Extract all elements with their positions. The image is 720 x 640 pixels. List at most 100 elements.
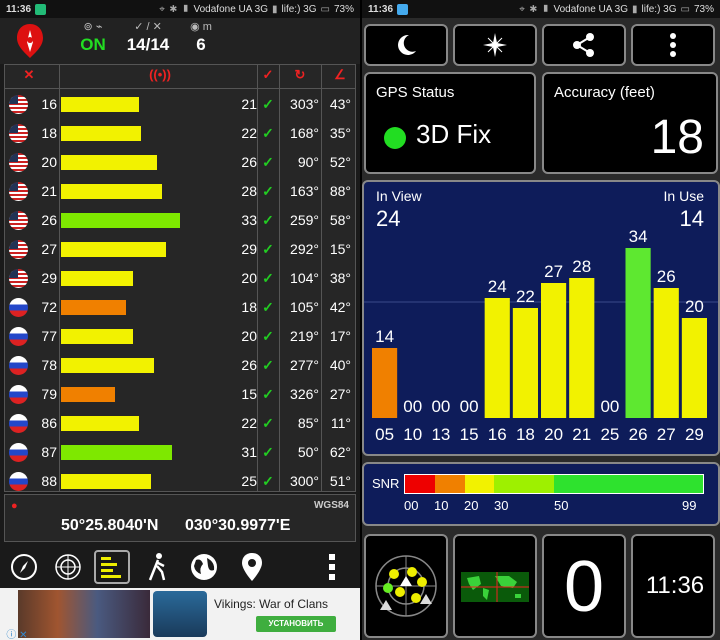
satellite-azimuth: 277° <box>290 357 319 373</box>
snr-bar <box>569 278 595 418</box>
signal-icon: ▮ <box>632 3 639 15</box>
overflow-menu-button[interactable] <box>318 550 346 584</box>
compass-button[interactable] <box>453 24 537 66</box>
satellite-elevation: 15° <box>329 241 351 257</box>
snr-color-scale <box>404 474 704 494</box>
used-in-fix-icon: ✓ <box>262 96 274 112</box>
ad-install-button[interactable]: УСТАНОВИТЬ <box>256 616 336 632</box>
satellite-azimuth: 85° <box>297 415 319 431</box>
satellite-snr: 28 <box>241 183 257 199</box>
snr-tick: 20 <box>464 498 479 513</box>
signal-strength-bar <box>61 387 115 402</box>
azimuth-column-icon: ↻ <box>294 67 306 82</box>
snr-data-label: 00 <box>403 397 422 416</box>
table-row: 77 20 ✓ 219° 17° <box>5 322 355 351</box>
satellite-snr: 20 <box>241 328 257 344</box>
share-button[interactable] <box>542 24 626 66</box>
status-icons: ⌖ ✱ ▮ <box>159 3 191 15</box>
signal-strength-bar <box>61 184 162 199</box>
gps-test-screen: 11:36 ⌖ ✱ ▮ Vodafone UA 3G ▮ life:) 3G ▭… <box>362 0 720 640</box>
satellite-prn: 27 <box>41 241 57 257</box>
table-row: 16 21 ✓ 303° 43° <box>5 90 355 119</box>
signal-strength-bar <box>61 445 172 460</box>
app-notification-icon <box>35 3 47 15</box>
satellite-azimuth: 105° <box>290 299 319 315</box>
overflow-menu-button[interactable] <box>631 24 715 66</box>
snr-tick: 30 <box>494 498 509 513</box>
ad-app-icon <box>153 591 207 637</box>
snr-scale-yellow <box>464 475 495 493</box>
app-logo-icon[interactable] <box>14 22 46 60</box>
snr-bar <box>653 288 679 418</box>
satellite-elevation: 40° <box>329 357 351 373</box>
russia-flag-icon <box>9 385 28 404</box>
signal-bars-nav-button[interactable] <box>94 550 130 584</box>
prn-tick-label: 21 <box>572 425 591 444</box>
prn-tick-label: 25 <box>600 425 619 444</box>
ad-banner[interactable]: ⓘ ✕ Vikings: War of Clans УСТАНОВИТЬ <box>0 588 360 640</box>
skyview-nav-button[interactable] <box>50 550 86 584</box>
used-in-fix-icon: ✓ <box>262 270 274 286</box>
prn-tick-label: 15 <box>460 425 479 444</box>
snr-data-label: 00 <box>600 397 619 416</box>
radar-icon <box>55 554 81 580</box>
counter-panel[interactable]: 0 <box>542 534 626 638</box>
accuracy-title: Accuracy (feet) <box>554 84 655 101</box>
satellite-azimuth: 163° <box>290 183 319 199</box>
table-row: 20 26 ✓ 90° 52° <box>5 148 355 177</box>
carrier2-label: life:) 3G <box>641 3 677 15</box>
night-mode-button[interactable] <box>364 24 448 66</box>
satellite-column-icon: ✕ <box>23 67 35 82</box>
bottom-navigation <box>0 546 360 588</box>
world-map-button[interactable] <box>453 534 537 638</box>
satellite-snr: 18 <box>241 299 257 315</box>
usa-flag-icon <box>9 153 28 172</box>
satellite-elevation: 35° <box>329 125 351 141</box>
satellite-table: ✕ ((•)) ✓ ↻ ∠ 16 21 ✓ 303° 43° 18 22 ✓ 168° 35° 20… <box>4 64 356 492</box>
table-header: ✕ ((•)) ✓ ↻ ∠ <box>5 65 355 89</box>
usa-flag-icon <box>9 211 28 230</box>
altitude-cell: ◉ m 6 <box>186 20 216 56</box>
russia-flag-icon <box>9 443 28 462</box>
ad-close-icon[interactable]: ⓘ ✕ <box>0 626 34 640</box>
world-nav-button[interactable] <box>186 550 222 584</box>
clock-panel[interactable]: 11:36 <box>631 534 715 638</box>
usa-flag-icon <box>9 269 28 288</box>
battery-level: 73% <box>693 3 714 15</box>
satellite-azimuth: 300° <box>290 473 319 489</box>
satellite-azimuth: 303° <box>290 96 319 112</box>
more-vertical-icon <box>329 554 335 580</box>
prn-tick-label: 05 <box>375 425 394 444</box>
globe-icon <box>191 554 217 580</box>
usa-flag-icon <box>9 95 28 114</box>
clock-time: 11:36 <box>645 572 705 599</box>
satellite-prn: 16 <box>41 96 57 112</box>
ad-title: Vikings: War of Clans <box>214 597 329 611</box>
skyview-button[interactable] <box>364 534 448 638</box>
table-row: 26 33 ✓ 259° 58° <box>5 206 355 235</box>
latitude: 50°25.8040'N <box>61 517 159 534</box>
signal-strength-bar <box>61 358 154 373</box>
prn-tick-label: 29 <box>685 425 704 444</box>
satellite-elevation: 58° <box>329 212 351 228</box>
satellite-azimuth: 219° <box>290 328 319 344</box>
snr-bar <box>484 298 510 418</box>
snr-data-label: 22 <box>516 287 535 306</box>
satellite-elevation: 11° <box>330 415 351 431</box>
prn-tick-label: 27 <box>657 425 676 444</box>
compass-nav-button[interactable] <box>6 550 42 584</box>
satellite-azimuth: 104° <box>290 270 319 286</box>
signal-strength-bar <box>61 242 166 257</box>
signal-strength-bar <box>61 213 180 228</box>
compass-rose-icon <box>483 33 507 57</box>
prn-tick-label: 26 <box>629 425 648 444</box>
satellite-azimuth: 259° <box>290 212 319 228</box>
satellite-elevation: 88° <box>329 183 351 199</box>
snr-data-label: 34 <box>629 227 648 246</box>
location-nav-button[interactable] <box>234 550 270 584</box>
snr-data-label: 00 <box>460 397 479 416</box>
fix-count: 14/14 <box>126 35 170 54</box>
walk-nav-button[interactable] <box>140 550 176 584</box>
satellite-prn: 88 <box>41 473 57 489</box>
table-row: 21 28 ✓ 163° 88° <box>5 177 355 206</box>
